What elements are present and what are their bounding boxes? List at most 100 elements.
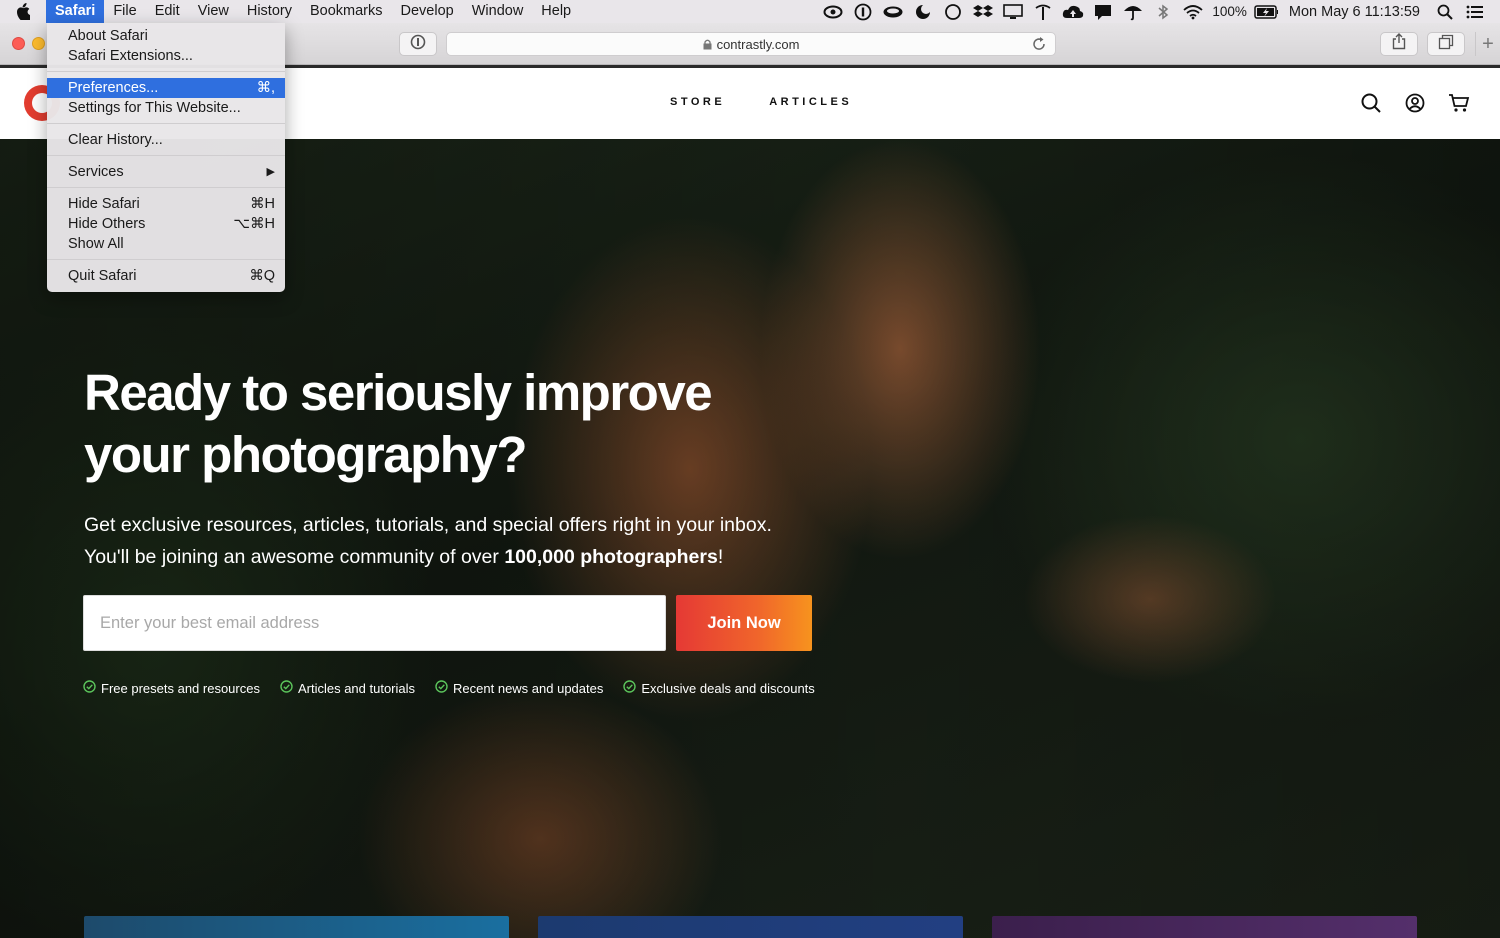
antenna-icon[interactable]: [1031, 0, 1055, 23]
menu-item-shortcut: ⌘Q: [249, 268, 275, 284]
onepassword-icon: [410, 34, 426, 55]
menu-item-hide-safari[interactable]: Hide Safari ⌘H: [47, 194, 285, 214]
menu-bar: Safari File Edit View History Bookmarks …: [0, 0, 1500, 23]
content-card[interactable]: [992, 916, 1417, 938]
menu-separator: [47, 123, 285, 124]
menu-separator: [47, 187, 285, 188]
disk-icon[interactable]: [881, 0, 905, 23]
creative-cloud-icon[interactable]: [821, 0, 845, 23]
lock-icon: [703, 39, 712, 50]
hero-title: Ready to seriously improve your photogra…: [84, 362, 844, 486]
share-icon: [1392, 33, 1406, 55]
feature-item: Articles and tutorials: [280, 680, 415, 696]
menu-item-clear-history[interactable]: Clear History...: [47, 130, 285, 150]
menu-item-safari-extensions[interactable]: Safari Extensions...: [47, 46, 285, 66]
menu-history[interactable]: History: [238, 0, 301, 23]
menu-item-label: About Safari: [68, 28, 148, 44]
menu-separator: [47, 259, 285, 260]
show-tabs-button[interactable]: [1427, 32, 1465, 56]
site-nav: STORE ARTICLES: [670, 96, 852, 108]
content-cards: [84, 916, 1417, 938]
spotlight-search-icon[interactable]: [1433, 0, 1457, 23]
menubar-clock[interactable]: Mon May 6 11:13:59: [1281, 4, 1430, 20]
feature-item: Exclusive deals and discounts: [623, 680, 815, 696]
photographer-count: 100,000 photographers: [504, 546, 718, 568]
menu-item-label: Preferences...: [68, 80, 159, 96]
menu-item-label: Settings for This Website...: [68, 100, 241, 116]
wifi-icon[interactable]: [1181, 0, 1205, 23]
new-tab-button[interactable]: +: [1475, 32, 1500, 56]
menu-item-about-safari[interactable]: About Safari: [47, 26, 285, 46]
umbrella-icon[interactable]: [1121, 0, 1145, 23]
menu-develop[interactable]: Develop: [392, 0, 463, 23]
menu-item-website-settings[interactable]: Settings for This Website...: [47, 98, 285, 118]
menu-item-preferences[interactable]: Preferences... ⌘,: [47, 78, 285, 98]
minimize-window-button[interactable]: [32, 37, 45, 50]
display-icon[interactable]: [1001, 0, 1025, 23]
join-now-button[interactable]: Join Now: [676, 595, 812, 651]
email-input[interactable]: [83, 595, 666, 651]
password-manager-button[interactable]: [399, 32, 437, 56]
menu-separator: [47, 71, 285, 72]
menu-item-shortcut: ⌥⌘H: [233, 216, 275, 232]
feature-label: Exclusive deals and discounts: [641, 680, 815, 696]
url-text: contrastly.com: [716, 36, 800, 52]
dropbox-icon[interactable]: [971, 0, 995, 23]
notification-icon[interactable]: [1091, 0, 1115, 23]
menu-view[interactable]: View: [189, 0, 238, 23]
hero-title-line-1: Ready to seriously improve: [84, 364, 713, 421]
plus-icon: +: [1482, 32, 1494, 55]
hero-subtitle-line-2-post: !: [717, 546, 724, 568]
share-button[interactable]: [1380, 32, 1418, 56]
menu-file[interactable]: File: [104, 0, 145, 23]
hero-subtitle-line-2-pre: You'll be joining an awesome community o…: [84, 546, 505, 568]
hero-title-line-2: your photography?: [84, 426, 527, 483]
feature-label: Recent news and updates: [453, 680, 604, 696]
feature-item: Recent news and updates: [435, 680, 603, 696]
moon-icon[interactable]: [911, 0, 935, 23]
feature-label: Free presets and resources: [101, 680, 260, 696]
submenu-arrow-icon: ▶: [266, 166, 275, 178]
check-circle-icon: [623, 680, 637, 696]
nav-articles[interactable]: ARTICLES: [769, 96, 852, 108]
menu-item-quit-safari[interactable]: Quit Safari ⌘Q: [47, 266, 285, 286]
battery-icon[interactable]: [1254, 0, 1278, 23]
bluetooth-icon[interactable]: [1151, 0, 1175, 23]
menu-item-label: Hide Others: [68, 216, 146, 232]
feature-label: Articles and tutorials: [297, 680, 416, 696]
account-icon[interactable]: [1404, 92, 1426, 114]
check-circle-icon: [83, 680, 96, 696]
reload-icon[interactable]: [1031, 36, 1047, 52]
menu-separator: [47, 155, 285, 156]
menu-item-label: Hide Safari: [68, 196, 140, 212]
menu-item-label: Clear History...: [68, 132, 163, 148]
menu-item-show-all[interactable]: Show All: [47, 234, 285, 254]
nav-store[interactable]: STORE: [670, 96, 725, 108]
menu-edit[interactable]: Edit: [146, 0, 189, 23]
header-actions: [1360, 92, 1470, 114]
address-bar[interactable]: contrastly.com: [446, 32, 1056, 56]
menu-bookmarks[interactable]: Bookmarks: [301, 0, 392, 23]
chat-bubble-icon[interactable]: [941, 0, 965, 23]
menu-item-label: Show All: [68, 236, 124, 252]
feature-item: Free presets and resources: [83, 680, 260, 696]
hero-subtitle: Get exclusive resources, articles, tutor…: [84, 509, 904, 573]
menu-item-label: Services: [68, 164, 124, 180]
menu-item-hide-others[interactable]: Hide Others ⌥⌘H: [47, 214, 285, 234]
check-circle-icon: [280, 680, 293, 696]
menu-safari[interactable]: Safari: [46, 0, 105, 23]
menu-item-label: Safari Extensions...: [68, 48, 193, 64]
content-card[interactable]: [538, 916, 963, 938]
cart-icon[interactable]: [1448, 92, 1470, 114]
close-window-button[interactable]: [12, 37, 25, 50]
menu-item-services[interactable]: Services ▶: [47, 162, 285, 182]
menu-window[interactable]: Window: [463, 0, 533, 23]
onepassword-icon[interactable]: [851, 0, 875, 23]
search-icon[interactable]: [1360, 92, 1382, 114]
cloud-upload-icon[interactable]: [1061, 0, 1085, 23]
apple-menu-icon[interactable]: [0, 0, 46, 23]
menu-help[interactable]: Help: [532, 0, 580, 23]
content-card[interactable]: [84, 916, 509, 938]
menu-item-shortcut: ⌘,: [256, 80, 275, 96]
notification-center-icon[interactable]: [1463, 0, 1487, 23]
